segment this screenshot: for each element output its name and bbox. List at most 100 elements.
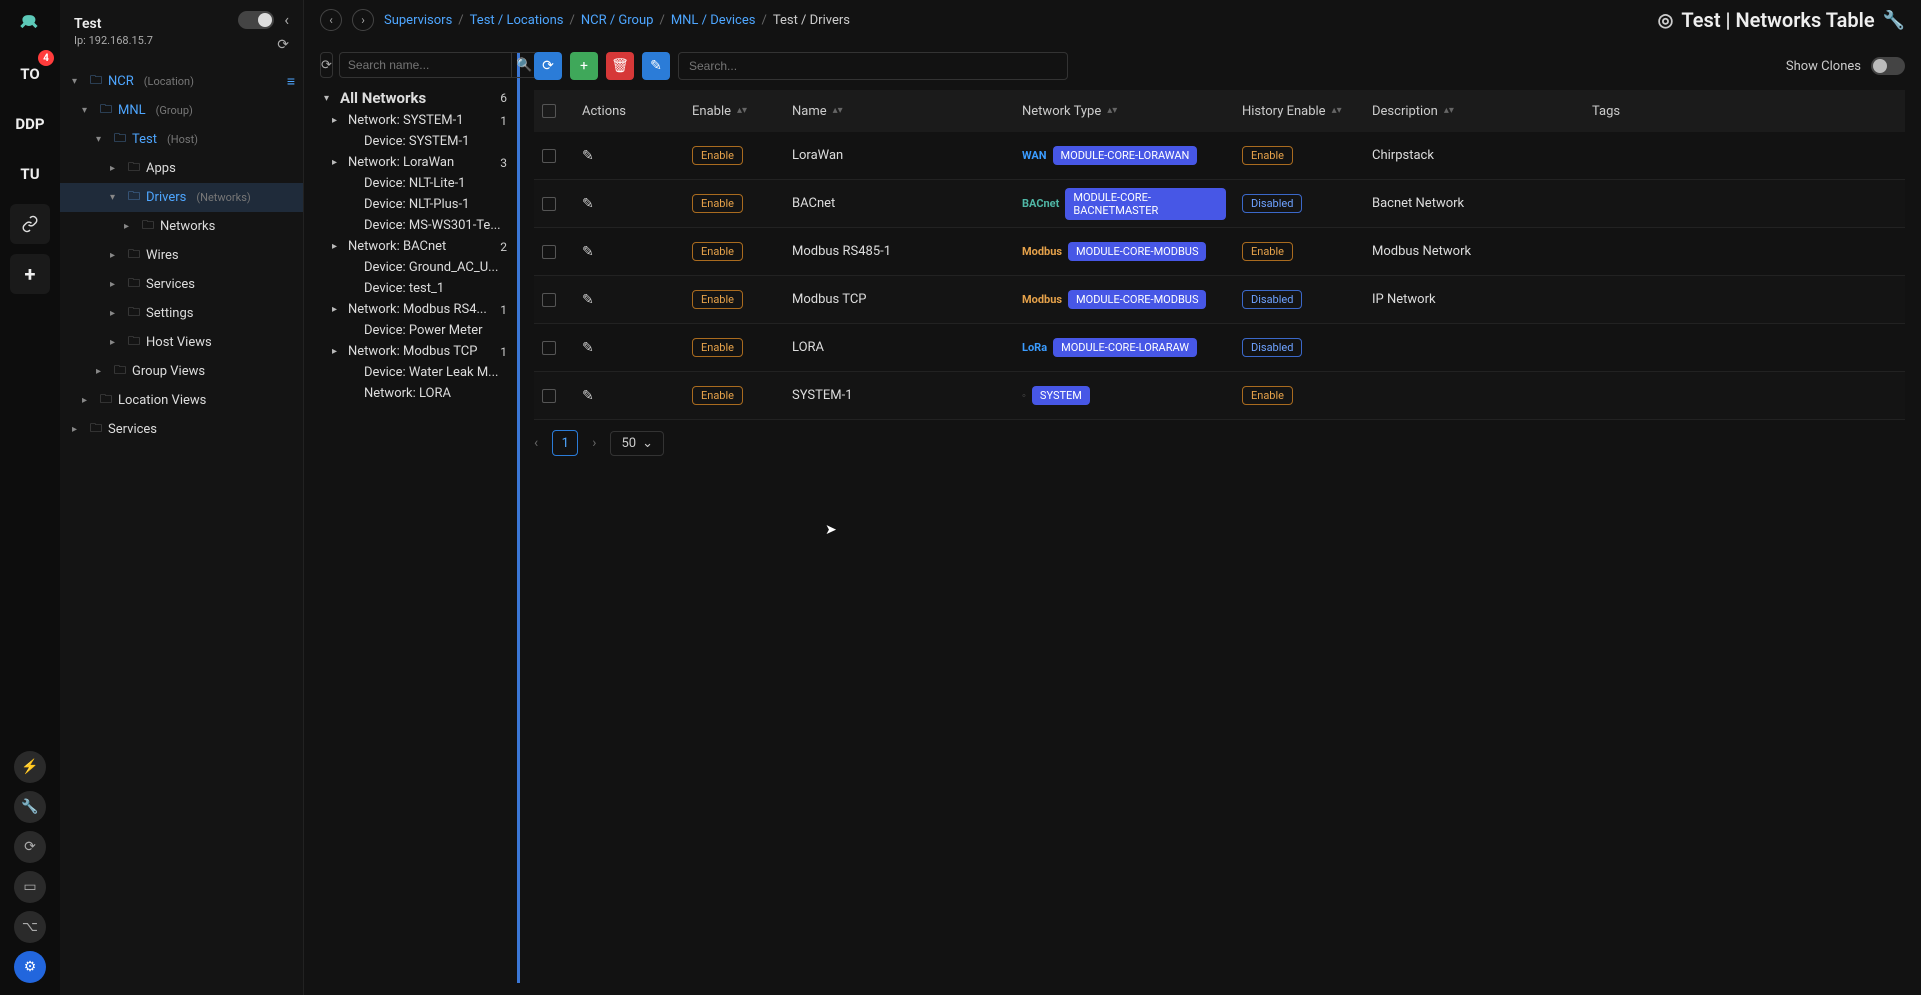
rail-add-button[interactable]: + [10, 254, 50, 294]
row-description: Chirpstack [1372, 148, 1434, 163]
header-actions[interactable]: Actions [574, 104, 684, 119]
row-checkbox[interactable] [542, 197, 556, 211]
history-enable-button[interactable]: Enable [1242, 386, 1293, 405]
table-search-input[interactable] [679, 53, 1067, 79]
breadcrumb-item[interactable]: MNL / Devices [671, 13, 756, 28]
network-tree-row[interactable]: Network: LORA [320, 383, 511, 404]
row-edit-button[interactable]: ✎ [582, 388, 594, 404]
pager-size[interactable]: 50 ⌄ [610, 431, 664, 456]
sidebar-tree-row[interactable]: ▸🗀Apps [60, 154, 303, 183]
rail-settings-button[interactable]: ⚙ [14, 951, 46, 983]
network-tree-row[interactable]: Device: Ground_AC_U... [320, 257, 511, 278]
enable-button[interactable]: Enable [692, 194, 743, 213]
enable-button[interactable]: Enable [692, 338, 743, 357]
row-edit-button[interactable]: ✎ [582, 148, 594, 164]
header-network-type[interactable]: Network Type▴▾ [1014, 104, 1234, 119]
menu-icon[interactable]: ≡ [287, 73, 295, 90]
network-logo: WAN [1022, 149, 1047, 162]
rail-link-button[interactable] [10, 204, 50, 244]
show-clones-toggle[interactable] [1871, 57, 1905, 75]
select-all-checkbox[interactable] [542, 104, 556, 118]
tree-refresh-button[interactable]: ⟳ [320, 52, 333, 78]
sidebar-tree-row[interactable]: ▾🗀NCR(Location)≡ [60, 67, 303, 96]
header-tags[interactable]: Tags [1584, 104, 1664, 119]
network-tree-row[interactable]: ▸Network: Modbus RS4...1 [320, 299, 511, 320]
network-tree-row[interactable]: ▸Network: BACnet2 [320, 236, 511, 257]
sidebar-tree-row[interactable]: ▸🗀Host Views [60, 328, 303, 357]
network-tree-row[interactable]: ▸Network: LoraWan3 [320, 152, 511, 173]
network-tree-row[interactable]: ▸Network: Modbus TCP1 [320, 341, 511, 362]
networks-tree-title: All Networks [340, 89, 426, 107]
sidebar-tree-row[interactable]: ▾🗀Test(Host) [60, 125, 303, 154]
delete-button[interactable]: 🗑 [606, 52, 634, 80]
network-tree-row[interactable]: ▸Network: SYSTEM-11 [320, 110, 511, 131]
rail-doc-button[interactable]: ▭ [14, 871, 46, 903]
breadcrumb-item[interactable]: NCR / Group [581, 13, 654, 28]
app-logo[interactable] [12, 8, 48, 44]
sidebar-tree-row[interactable]: ▸🗀Wires [60, 241, 303, 270]
sort-icon: ▴▾ [1444, 108, 1454, 114]
row-edit-button[interactable]: ✎ [582, 292, 594, 308]
tree-search-input[interactable] [340, 53, 511, 77]
breadcrumb-item[interactable]: Test / Locations [470, 13, 564, 28]
rail-wrench-button[interactable]: 🔧 [14, 791, 46, 823]
sidebar-tree-row[interactable]: ▸🗀Settings [60, 299, 303, 328]
pager-prev[interactable]: ‹ [534, 435, 538, 451]
history-enable-button[interactable]: Enable [1242, 242, 1293, 261]
network-tree-row[interactable]: Device: SYSTEM-1 [320, 131, 511, 152]
header-enable[interactable]: Enable▴▾ [684, 104, 784, 119]
rail-branch-button[interactable]: ⌥ [14, 911, 46, 943]
sidebar-tree-row[interactable]: ▸🗀Location Views [60, 386, 303, 415]
header-name[interactable]: Name▴▾ [784, 104, 1014, 119]
tree-sublabel: (Group) [156, 104, 193, 117]
rail-item-ddp[interactable]: DDP [10, 104, 50, 144]
refresh-button[interactable]: ⟳ [534, 52, 562, 80]
history-enable-button[interactable]: Disabled [1242, 194, 1302, 213]
pager-page[interactable]: 1 [552, 430, 578, 456]
network-tree-row[interactable]: Device: NLT-Plus-1 [320, 194, 511, 215]
rail-item-tu[interactable]: TU [10, 154, 50, 194]
enable-button[interactable]: Enable [692, 386, 743, 405]
network-tree-row[interactable]: Device: Power Meter [320, 320, 511, 341]
sidebar-toggle[interactable] [238, 11, 274, 29]
nav-back-button[interactable]: ‹ [320, 9, 342, 31]
row-checkbox[interactable] [542, 245, 556, 259]
sidebar-tree-row[interactable]: ▸🗀Services [60, 270, 303, 299]
row-edit-button[interactable]: ✎ [582, 340, 594, 356]
network-tree-row[interactable]: Device: Water Leak M... [320, 362, 511, 383]
header-description[interactable]: Description▴▾ [1364, 104, 1584, 119]
row-edit-button[interactable]: ✎ [582, 244, 594, 260]
sidebar-tree-row[interactable]: ▾🗀Drivers(Networks) [60, 183, 303, 212]
sidebar-tree-row[interactable]: ▸🗀Services [60, 415, 303, 444]
sidebar-tree-row[interactable]: ▸🗀Networks [60, 212, 303, 241]
rail-bolt-button[interactable]: ⚡ [14, 751, 46, 783]
history-enable-button[interactable]: Disabled [1242, 338, 1302, 357]
row-checkbox[interactable] [542, 293, 556, 307]
rail-item-to[interactable]: TO 4 [10, 54, 50, 94]
pager-next[interactable]: › [592, 435, 596, 451]
sidebar-tree-row[interactable]: ▾🗀MNL(Group) [60, 96, 303, 125]
sidebar-tree-row[interactable]: ▸🗀Group Views [60, 357, 303, 386]
row-checkbox[interactable] [542, 389, 556, 403]
refresh-icon[interactable]: ⟳ [277, 37, 289, 53]
enable-button[interactable]: Enable [692, 290, 743, 309]
breadcrumb-item[interactable]: Supervisors [384, 13, 452, 28]
history-enable-button[interactable]: Enable [1242, 146, 1293, 165]
header-history-enable[interactable]: History Enable▴▾ [1234, 104, 1364, 119]
row-checkbox[interactable] [542, 341, 556, 355]
edit-button[interactable]: ✎ [642, 52, 670, 80]
rail-sync-button[interactable]: ⟳ [14, 831, 46, 863]
network-tree-row[interactable]: Device: NLT-Lite-1 [320, 173, 511, 194]
network-tree-row[interactable]: Device: MS-WS301-Te... [320, 215, 511, 236]
nav-forward-button[interactable]: › [352, 9, 374, 31]
row-edit-button[interactable]: ✎ [582, 196, 594, 212]
network-tree-row[interactable]: Device: test_1 [320, 278, 511, 299]
enable-button[interactable]: Enable [692, 146, 743, 165]
row-checkbox[interactable] [542, 149, 556, 163]
wrench-icon[interactable]: 🔧 [1883, 10, 1905, 31]
enable-button[interactable]: Enable [692, 242, 743, 261]
networks-tree-title-row[interactable]: ▾ All Networks 6 [320, 86, 511, 110]
add-button[interactable]: + [570, 52, 598, 80]
collapse-icon[interactable]: ‹ [284, 10, 289, 29]
history-enable-button[interactable]: Disabled [1242, 290, 1302, 309]
